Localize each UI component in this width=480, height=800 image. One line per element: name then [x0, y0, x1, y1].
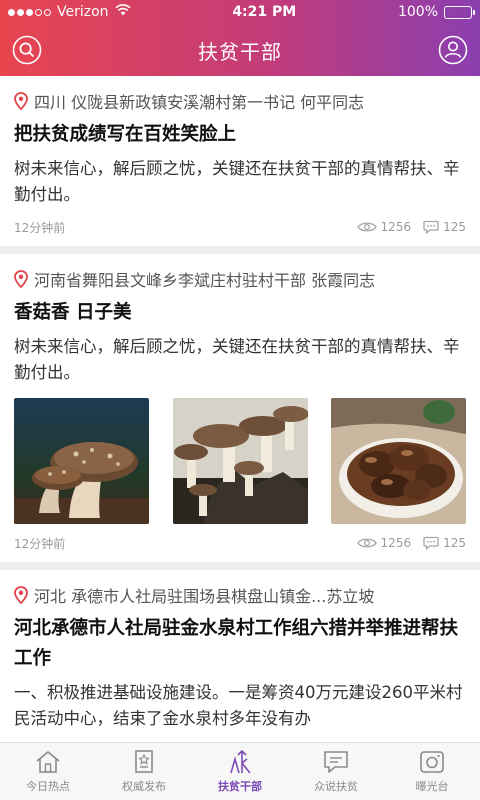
nav-bar: 扶贫干部 — [0, 24, 480, 76]
tab-public-opinion[interactable]: 众说扶贫 — [288, 743, 384, 800]
comment-icon — [423, 536, 439, 550]
news-title[interactable]: 河北承德市人社局驻金水泉村工作组六措并举推进帮扶工作 — [14, 614, 466, 674]
tab-exposure[interactable]: 曝光台 — [384, 743, 480, 800]
page-title: 扶贫干部 — [198, 39, 282, 64]
location-pin-icon — [14, 270, 28, 288]
news-summary: 树未来信心，解后顾之忧，关键还在扶贫干部的真情帮扶、辛勤付出。 — [14, 159, 460, 204]
home-icon — [36, 751, 60, 773]
top-bar: Verizon 4:21 PM 100% 扶贫干部 — [0, 0, 480, 76]
battery-percent: 100% — [397, 4, 438, 20]
news-card[interactable]: 河南省舞阳县文峰乡李斌庄村驻村干部 张霞同志 香菇香 日子美 树未来信心，解后顾… — [0, 254, 480, 562]
tab-label: 今日热点 — [26, 780, 70, 793]
location-line: 河北 承德市人社局驻围场县棋盘山镇金...苏立坡 — [14, 582, 466, 608]
tab-label: 权威发布 — [122, 780, 166, 793]
news-feed[interactable]: 四川 仪陇县新政镇安溪潮村第一书记 何平同志 把扶贫成绩写在百姓笑脸上 树未来信… — [0, 76, 480, 742]
tab-poverty-cadre[interactable]: 扶贫干部 — [192, 743, 288, 800]
news-summary: 一、积极推进基础设施建设。一是筹资40万元建设260平米村民活动中心，结束了金水… — [14, 683, 463, 728]
profile-button[interactable] — [437, 34, 469, 66]
news-title[interactable]: 香菇香 日子美 — [14, 298, 466, 328]
status-time: 4:21 PM — [232, 4, 297, 20]
location-pin-icon — [14, 586, 28, 604]
mushroom-bowl-photo[interactable] — [331, 398, 466, 524]
signal-strength-icon — [8, 8, 51, 16]
image-row — [14, 398, 466, 524]
comment-count-value: 125 — [443, 536, 466, 550]
publish-time: 12分钟前 — [14, 536, 66, 551]
location-line: 四川 仪陇县新政镇安溪潮村第一书记 何平同志 — [14, 88, 466, 114]
comment-count-value: 125 — [443, 220, 466, 234]
tab-bar: 今日热点 权威发布 扶贫干部 众说扶贫 曝光台 — [0, 742, 480, 800]
user-icon — [438, 35, 468, 65]
eye-icon — [356, 222, 377, 232]
comment-count[interactable]: 125 — [423, 536, 466, 550]
location-line: 河南省舞阳县文峰乡李斌庄村驻村干部 张霞同志 — [14, 266, 466, 292]
tab-official-release[interactable]: 权威发布 — [96, 743, 192, 800]
news-card[interactable]: 河北 承德市人社局驻围场县棋盘山镇金...苏立坡 河北承德市人社局驻金水泉村工作… — [0, 570, 480, 742]
status-right: 100% — [397, 4, 475, 20]
badge-icon — [135, 750, 153, 773]
location-text: 四川 仪陇县新政镇安溪潮村第一书记 何平同志 — [34, 93, 365, 112]
view-count: 1256 — [356, 536, 412, 550]
tab-today-hot[interactable]: 今日热点 — [0, 743, 96, 800]
news-meta: 12分钟前 1256 125 — [14, 218, 466, 236]
status-bar: Verizon 4:21 PM 100% — [0, 0, 480, 24]
wifi-icon — [114, 4, 131, 20]
comment-count[interactable]: 125 — [423, 220, 466, 234]
cadre-icon — [230, 749, 251, 774]
battery-icon — [444, 5, 475, 19]
chat-icon — [324, 751, 348, 773]
camera-icon — [420, 751, 444, 773]
mushroom-log-photo[interactable] — [172, 398, 308, 524]
view-count-value: 1256 — [380, 536, 412, 550]
view-count: 1256 — [356, 220, 412, 234]
mushroom-growing-photo[interactable] — [14, 398, 149, 524]
tab-label: 众说扶贫 — [314, 780, 358, 793]
stats: 1256 125 — [356, 220, 466, 234]
status-left: Verizon — [8, 4, 131, 20]
news-meta: 12分钟前 1256 125 — [14, 534, 466, 552]
tab-label: 曝光台 — [415, 780, 449, 793]
location-text: 河北 承德市人社局驻围场县棋盘山镇金...苏立坡 — [34, 587, 375, 606]
publish-time: 12分钟前 — [14, 220, 66, 235]
search-icon — [12, 35, 42, 65]
news-summary: 树未来信心，解后顾之忧，关键还在扶贫干部的真情帮扶、辛勤付出。 — [14, 337, 460, 382]
tab-label: 扶贫干部 — [218, 780, 262, 793]
carrier-name: Verizon — [57, 4, 109, 20]
eye-icon — [356, 538, 377, 548]
search-button[interactable] — [11, 34, 43, 66]
stats: 1256 125 — [356, 536, 466, 550]
comment-icon — [423, 220, 439, 234]
location-text: 河南省舞阳县文峰乡李斌庄村驻村干部 张霞同志 — [34, 271, 376, 290]
news-card[interactable]: 四川 仪陇县新政镇安溪潮村第一书记 何平同志 把扶贫成绩写在百姓笑脸上 树未来信… — [0, 76, 480, 246]
location-pin-icon — [14, 92, 28, 110]
view-count-value: 1256 — [380, 220, 412, 234]
news-title[interactable]: 把扶贫成绩写在百姓笑脸上 — [14, 120, 466, 150]
